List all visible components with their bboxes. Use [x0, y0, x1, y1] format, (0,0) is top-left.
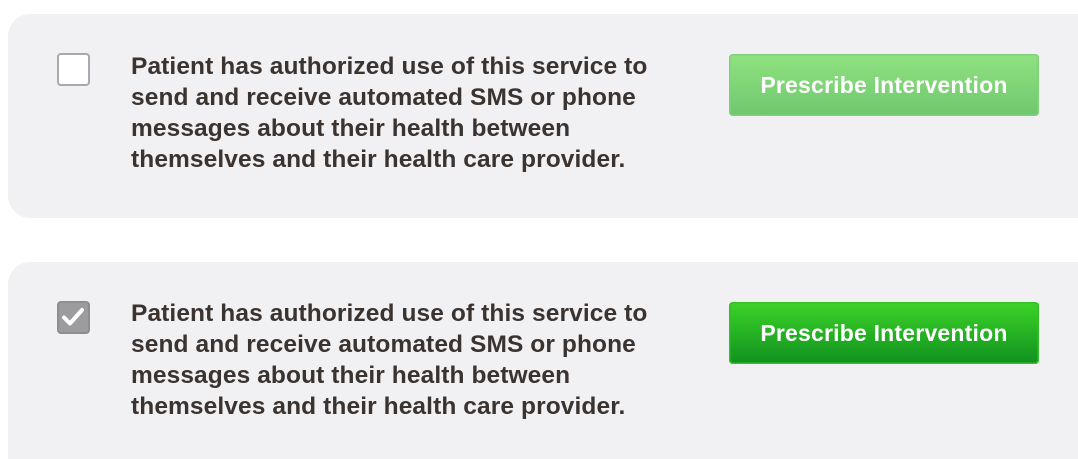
- consent-panel-checked: Patient has authorized use of this servi…: [8, 262, 1078, 459]
- prescribe-intervention-button[interactable]: Prescribe Intervention: [729, 302, 1039, 364]
- consent-text: Patient has authorized use of this servi…: [131, 300, 648, 420]
- consent-checkbox[interactable]: [57, 53, 90, 86]
- prescribe-intervention-button[interactable]: Prescribe Intervention: [729, 54, 1039, 116]
- checkmark-icon: [62, 308, 84, 326]
- consent-checkbox[interactable]: [57, 301, 90, 334]
- consent-text: Patient has authorized use of this servi…: [131, 53, 648, 173]
- consent-panel-unchecked: Patient has authorized use of this servi…: [8, 14, 1078, 218]
